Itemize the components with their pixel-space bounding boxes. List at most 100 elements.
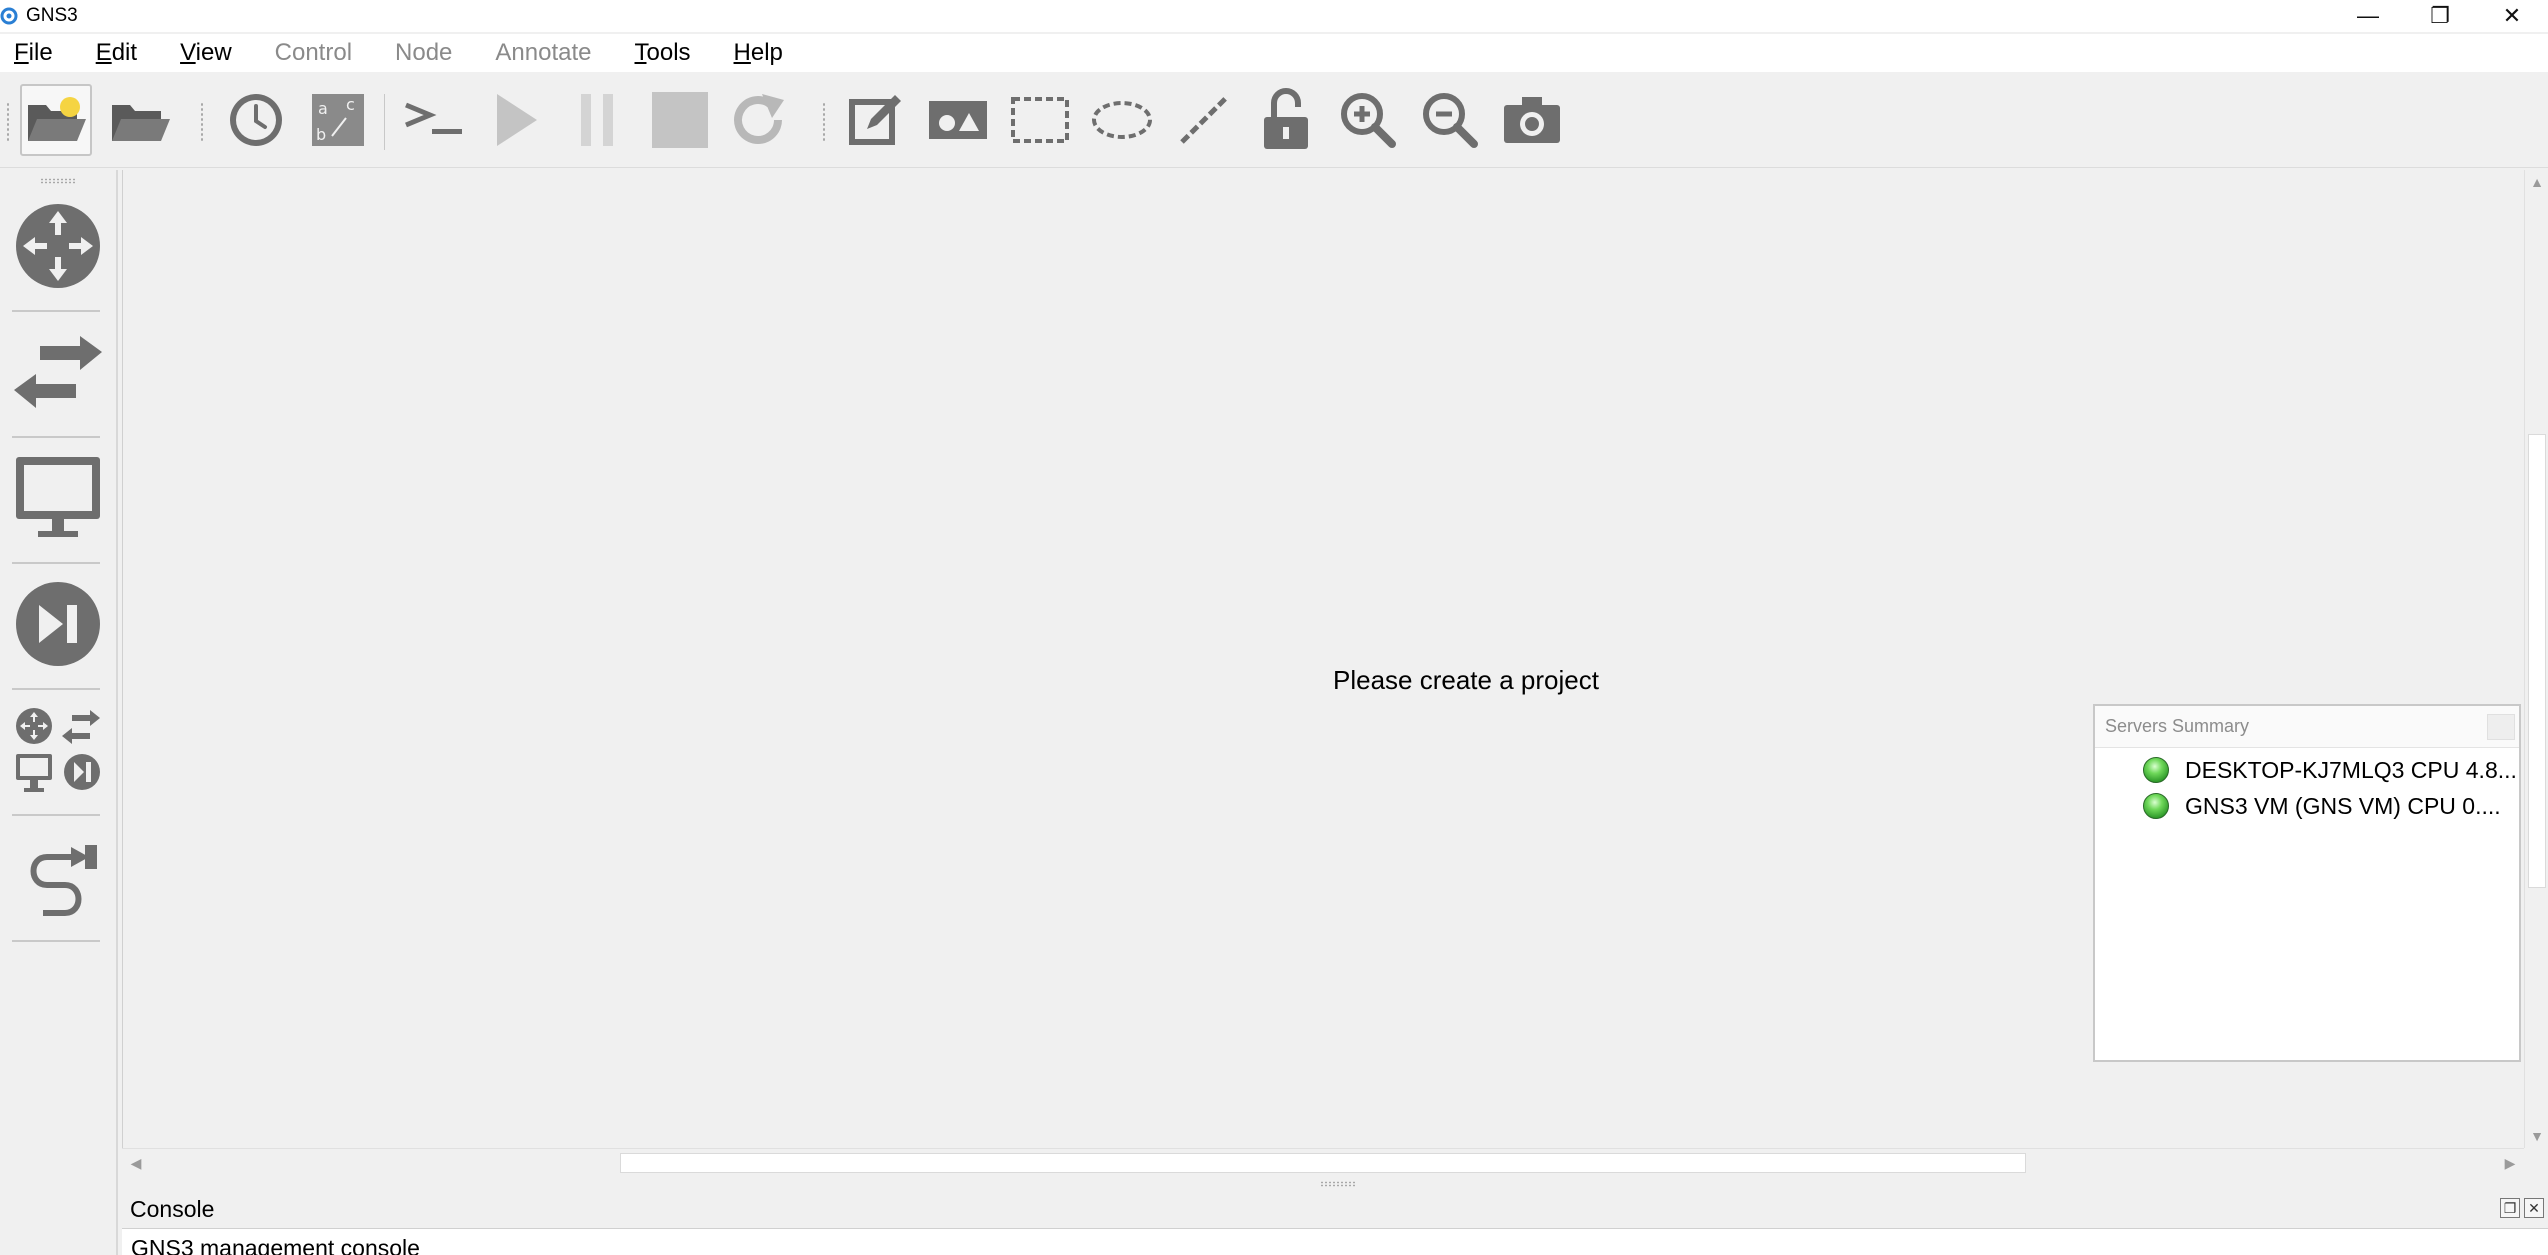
dock-separator: [12, 562, 100, 564]
add-link-icon: [30, 845, 97, 916]
console-all-button[interactable]: [398, 84, 470, 156]
insert-picture-button[interactable]: [922, 84, 994, 156]
minimize-button[interactable]: —: [2332, 0, 2404, 32]
toolbar-grip[interactable]: [6, 102, 10, 142]
open-project-button[interactable]: [104, 84, 176, 156]
interface-labels-icon: a c b: [312, 94, 364, 146]
toolbar-grip[interactable]: [200, 102, 204, 142]
toolbar-separator: [384, 94, 385, 150]
create-project-message: Please create a project: [1333, 665, 1599, 695]
menu-bar: File Edit View Control Node Annotate Too…: [0, 34, 2548, 72]
menu-edit[interactable]: Edit: [90, 37, 143, 69]
console-resize-grip[interactable]: [1320, 1181, 1356, 1187]
stop-all-icon: [652, 92, 708, 148]
window-title: GNS3: [26, 5, 78, 26]
draw-rectangle-button[interactable]: [1004, 84, 1076, 156]
suspend-all-button[interactable]: [562, 84, 634, 156]
reload-all-button[interactable]: [724, 84, 796, 156]
menu-annotate[interactable]: Annotate: [489, 37, 597, 69]
devices-dock: [0, 170, 118, 1255]
browse-switches-button[interactable]: [10, 324, 106, 420]
menu-tools[interactable]: Tools: [629, 37, 697, 69]
console-title: Console: [130, 1196, 215, 1222]
scroll-down-icon[interactable]: ▼: [2525, 1124, 2548, 1148]
browse-routers-button[interactable]: [10, 198, 106, 294]
close-button[interactable]: ✕: [2476, 0, 2548, 32]
screenshot-button[interactable]: [1496, 84, 1568, 156]
server-status-green-icon: [2143, 757, 2169, 783]
console-dock-controls: ❐ ✕: [2500, 1198, 2544, 1218]
zoom-in-button[interactable]: [1332, 84, 1404, 156]
vertical-scroll-thumb[interactable]: [2528, 434, 2546, 888]
menu-node[interactable]: Node: [389, 37, 458, 69]
menu-help[interactable]: Help: [728, 37, 789, 69]
add-link-button[interactable]: [10, 828, 106, 924]
browse-security-devices-button[interactable]: [10, 576, 106, 672]
security-devices-icon: [16, 582, 100, 666]
servers-summary-header[interactable]: Servers Summary: [2095, 706, 2519, 748]
zoom-in-icon: [1341, 93, 1396, 148]
insert-picture-icon: [929, 101, 987, 139]
servers-summary-title: Servers Summary: [2105, 716, 2250, 736]
draw-ellipse-icon: [1092, 101, 1152, 139]
new-project-button[interactable]: [20, 84, 92, 156]
menu-file[interactable]: File: [8, 37, 59, 69]
dock-grip[interactable]: [40, 178, 76, 184]
scroll-up-icon[interactable]: ▲: [2525, 170, 2548, 194]
vertical-scrollbar[interactable]: ▲ ▼: [2524, 170, 2548, 1148]
snapshot-clock-icon: [230, 94, 282, 146]
scroll-right-icon[interactable]: ▶: [2496, 1149, 2524, 1177]
dock-separator: [12, 688, 100, 690]
menu-view[interactable]: View: [174, 37, 238, 69]
draw-line-button[interactable]: [1168, 84, 1240, 156]
new-project-icon: [28, 97, 86, 141]
open-project-icon: [112, 105, 170, 141]
dock-separator: [12, 814, 100, 816]
draw-rectangle-icon: [1011, 97, 1069, 143]
browse-end-devices-button[interactable]: [10, 450, 106, 546]
main-toolbar: a c b: [0, 72, 2548, 168]
servers-summary-close-button[interactable]: [2487, 714, 2515, 740]
suspend-all-icon: [581, 94, 613, 146]
dock-separator: [12, 940, 100, 942]
interface-labels-button[interactable]: a c b: [302, 84, 374, 156]
browse-all-devices-button[interactable]: [10, 702, 106, 798]
zoom-out-button[interactable]: [1414, 84, 1486, 156]
gns3-window: GNS3 — ❐ ✕ File Edit View Control Node A…: [0, 0, 2548, 1255]
server-item[interactable]: GNS3 VM (GNS VM) CPU 0....: [2143, 788, 2501, 824]
scroll-left-icon[interactable]: ◀: [122, 1149, 150, 1177]
reload-all-icon: [734, 94, 784, 144]
menu-control[interactable]: Control: [269, 37, 358, 69]
start-all-icon: [497, 94, 537, 146]
console-all-icon: [405, 102, 462, 134]
console-output[interactable]: GNS3 management console: [122, 1228, 2548, 1255]
start-all-button[interactable]: [480, 84, 552, 156]
horizontal-scrollbar[interactable]: ◀ ▶: [122, 1148, 2524, 1176]
lock-unlock-icon: [1264, 88, 1308, 149]
all-devices-icon: [16, 708, 100, 792]
server-item[interactable]: DESKTOP-KJ7MLQ3 CPU 4.8...: [2143, 752, 2517, 788]
svg-text:c: c: [346, 95, 355, 114]
add-note-button[interactable]: [840, 84, 912, 156]
gns3-logo-icon: [0, 7, 18, 25]
dock-separator: [12, 310, 100, 312]
switches-icon: [14, 336, 102, 408]
dock-separator: [12, 436, 100, 438]
toolbar-grip[interactable]: [822, 102, 826, 142]
console-float-button[interactable]: ❐: [2500, 1198, 2520, 1218]
console-close-button[interactable]: ✕: [2524, 1198, 2544, 1218]
svg-text:b: b: [316, 125, 326, 144]
add-note-icon: [849, 95, 901, 145]
restore-button[interactable]: ❐: [2404, 0, 2476, 32]
snapshot-button[interactable]: [220, 84, 292, 156]
draw-ellipse-button[interactable]: [1086, 84, 1158, 156]
horizontal-scroll-thumb[interactable]: [620, 1153, 2026, 1173]
draw-line-icon: [1180, 96, 1228, 144]
server-status-green-icon: [2143, 793, 2169, 819]
server-label: DESKTOP-KJ7MLQ3 CPU 4.8...: [2185, 756, 2517, 783]
end-devices-icon: [16, 457, 100, 537]
zoom-out-icon: [1423, 93, 1478, 148]
screenshot-icon: [1504, 97, 1560, 143]
stop-all-button[interactable]: [644, 84, 716, 156]
lock-button[interactable]: [1250, 84, 1322, 156]
